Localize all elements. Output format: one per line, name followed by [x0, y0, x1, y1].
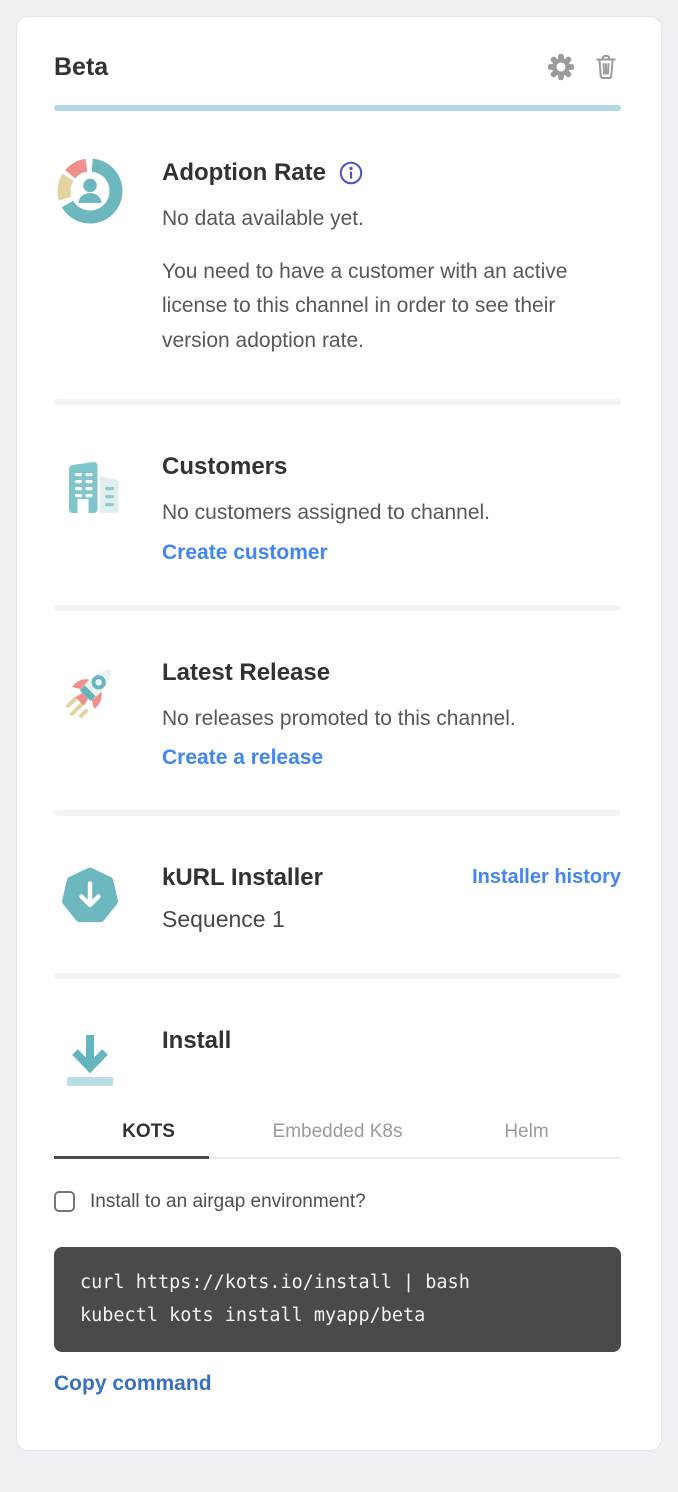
tab-embedded-k8s[interactable]: Embedded K8s: [243, 1121, 432, 1157]
download-icon: [54, 1023, 126, 1095]
installer-sequence: Sequence 1: [162, 906, 621, 933]
section-divider: [54, 605, 621, 611]
card-header: Beta: [54, 51, 621, 83]
section-kurl-installer: kURL Installer Installer history Sequenc…: [54, 860, 621, 932]
adoption-title: Adoption Rate: [162, 157, 326, 188]
section-adoption-rate: Adoption Rate No data available yet. You…: [54, 155, 621, 359]
install-tabs: KOTS Embedded K8s Helm: [54, 1121, 621, 1159]
install-title: Install: [162, 1025, 621, 1056]
kurl-heptagon-icon: [54, 860, 126, 932]
gear-icon[interactable]: [545, 51, 577, 83]
adoption-heading-row: Adoption Rate: [162, 157, 621, 188]
rocket-icon: [54, 655, 126, 727]
header-actions: [545, 51, 621, 83]
code-line: curl https://kots.io/install | bash: [80, 1267, 595, 1300]
install-command-code-block[interactable]: curl https://kots.io/install | bashkubec…: [54, 1247, 621, 1353]
code-line: kubectl kots install myapp/beta: [80, 1300, 595, 1333]
channel-accent-rule: [54, 105, 621, 111]
airgap-checkbox[interactable]: [54, 1191, 75, 1212]
adoption-donut-icon: [54, 155, 126, 227]
create-release-link[interactable]: Create a release: [162, 746, 323, 770]
buildings-icon: [54, 449, 126, 521]
section-install: Install: [54, 1023, 621, 1095]
tab-kots[interactable]: KOTS: [54, 1121, 243, 1157]
airgap-label: Install to an airgap environment?: [90, 1191, 366, 1213]
section-divider: [54, 973, 621, 979]
tab-helm[interactable]: Helm: [432, 1121, 621, 1157]
copy-command-link[interactable]: Copy command: [54, 1372, 212, 1396]
section-divider: [54, 810, 621, 816]
installer-title: kURL Installer: [162, 862, 323, 893]
adoption-empty-text: No data available yet.: [162, 202, 621, 237]
customers-empty-text: No customers assigned to channel.: [162, 496, 621, 531]
airgap-row: Install to an airgap environment?: [54, 1191, 621, 1213]
release-title: Latest Release: [162, 657, 621, 688]
section-divider: [54, 399, 621, 405]
section-latest-release: Latest Release No releases promoted to t…: [54, 655, 621, 771]
section-customers: Customers No customers assigned to chann…: [54, 449, 621, 565]
installer-history-link[interactable]: Installer history: [472, 866, 621, 889]
channel-title: Beta: [54, 53, 108, 82]
create-customer-link[interactable]: Create customer: [162, 541, 328, 565]
release-empty-text: No releases promoted to this channel.: [162, 702, 621, 737]
trash-icon[interactable]: [591, 51, 621, 83]
customers-title: Customers: [162, 451, 621, 482]
adoption-hint-text: You need to have a customer with an acti…: [162, 255, 621, 359]
info-icon[interactable]: [338, 160, 364, 186]
channel-card: Beta: [16, 16, 662, 1451]
